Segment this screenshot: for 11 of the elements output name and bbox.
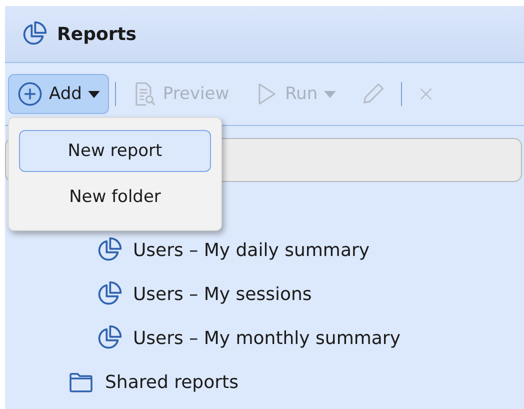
add-icon [17,81,43,107]
caret-icon [88,90,100,98]
tree-item[interactable]: Users – My daily summary [133,240,370,260]
panel-title: Reports [57,24,137,44]
tree-item[interactable]: Shared reports [105,372,238,392]
tree-item[interactable]: Users – My monthly summary [133,328,400,348]
menu-item[interactable]: New report [19,130,211,172]
caret-icon [324,90,336,98]
menu-item[interactable]: New folder [19,176,211,218]
add-button[interactable]: Add [8,74,109,114]
tree-item[interactable]: Users – My sessions [133,284,312,304]
